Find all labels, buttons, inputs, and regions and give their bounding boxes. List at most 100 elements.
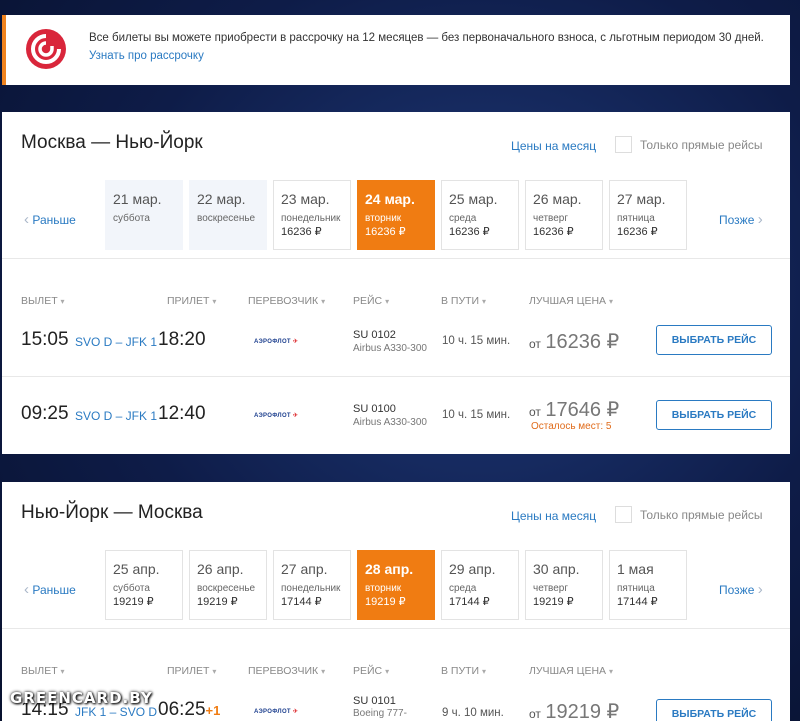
sort-caret-icon: ▾ — [608, 297, 613, 306]
weekday-label: среда — [449, 213, 477, 224]
select-flight-button[interactable]: ВЫБРАТЬ РЕЙС — [656, 325, 772, 355]
date-label: 25 мар. — [449, 191, 498, 207]
header-carrier[interactable]: ПЕРЕВОЗЧИК ▾ — [248, 295, 325, 307]
direct-only-checkbox[interactable] — [615, 506, 632, 523]
direct-only-checkbox[interactable] — [615, 136, 632, 153]
chevron-right-icon: › — [757, 211, 763, 228]
departure-time: 15:05 — [21, 329, 69, 350]
header-flight[interactable]: РЕЙС ▾ — [353, 295, 389, 307]
weekday-label: воскресенье — [197, 213, 256, 224]
later-label: Позже — [719, 213, 755, 227]
date-cell-selected[interactable]: 24 мар. вторник 16236 ₽ — [357, 180, 435, 250]
aeroflot-logo: АЭРОФЛОТ ✈ — [254, 339, 299, 345]
date-price: 16236 ₽ — [449, 226, 490, 238]
chevron-right-icon: › — [757, 581, 763, 598]
earlier-dates-button[interactable]: ‹ Раньше — [24, 581, 76, 598]
date-cell[interactable]: 1 мая пятница 17144 ₽ — [609, 550, 687, 620]
header-arrive[interactable]: ПРИЛЕТ ▾ — [167, 295, 216, 307]
date-price: 19219 ₽ — [533, 596, 574, 608]
flight-price: от 17646 ₽ — [529, 399, 620, 421]
weekday-label: суббота — [113, 583, 150, 594]
learn-installment-link[interactable]: Узнать про рассрочку — [89, 50, 204, 62]
weekday-label: суббота — [113, 213, 150, 224]
date-cell-selected[interactable]: 28 апр. вторник 19219 ₽ — [357, 550, 435, 620]
arrival-time: 06:25+1 — [158, 699, 221, 720]
date-cell[interactable]: 26 мар. четверг 16236 ₽ — [525, 180, 603, 250]
route-title: Москва — Нью-Йорк — [21, 132, 203, 153]
header-duration[interactable]: В ПУТИ ▾ — [441, 665, 486, 677]
date-label: 22 мар. — [197, 191, 246, 207]
date-cell[interactable]: 25 мар. среда 16236 ₽ — [441, 180, 519, 250]
date-cell[interactable]: 23 мар. понедельник 16236 ₽ — [273, 180, 351, 250]
earlier-dates-button[interactable]: ‹ Раньше — [24, 211, 76, 228]
installment-logo-icon — [26, 29, 66, 69]
header-depart[interactable]: ВЫЛЕТ ▾ — [21, 665, 65, 677]
aircraft: Boeing 777- — [353, 708, 407, 719]
airports: SVO D – JFK 1 — [75, 409, 158, 423]
date-label: 26 апр. — [197, 561, 244, 577]
weekday-label: четверг — [533, 583, 568, 594]
header-carrier[interactable]: ПЕРЕВОЗЧИК ▾ — [248, 665, 325, 677]
aircraft: Airbus A330-300 — [353, 343, 427, 354]
airports: SVO D – JFK 1 — [75, 335, 158, 349]
seats-left: Осталось мест: 5 — [531, 421, 612, 432]
date-price: 16236 ₽ — [365, 226, 406, 238]
date-cell[interactable]: 25 апр. суббота 19219 ₽ — [105, 550, 183, 620]
select-flight-button[interactable]: ВЫБРАТЬ РЕЙС — [656, 400, 772, 430]
chevron-left-icon: ‹ — [24, 211, 29, 228]
later-label: Позже — [719, 583, 755, 597]
header-arrive[interactable]: ПРИЛЕТ ▾ — [167, 665, 216, 677]
date-label: 24 мар. — [365, 191, 415, 207]
date-cell[interactable]: 21 мар. суббота — [105, 180, 183, 250]
weekday-label: четверг — [533, 213, 568, 224]
month-prices-link[interactable]: Цены на месяц — [511, 509, 596, 523]
date-cell[interactable]: 29 апр. среда 17144 ₽ — [441, 550, 519, 620]
weekday-label: вторник — [365, 213, 402, 224]
date-cell[interactable]: 30 апр. четверг 19219 ₽ — [525, 550, 603, 620]
header-best-price[interactable]: ЛУЧШАЯ ЦЕНА ▾ — [529, 665, 613, 677]
banner-text: Все билеты вы можете приобрести в рассро… — [89, 32, 764, 44]
date-cell[interactable]: 26 апр. воскресенье 19219 ₽ — [189, 550, 267, 620]
later-dates-button[interactable]: Позже › — [719, 211, 763, 228]
header-duration[interactable]: В ПУТИ ▾ — [441, 295, 486, 307]
flight-row: 09:25 SVO D – JFK 1 12:40 АЭРОФЛОТ ✈ SU … — [2, 391, 790, 466]
sort-caret-icon: ▾ — [60, 297, 65, 306]
aeroflot-logo: АЭРОФЛОТ ✈ — [254, 413, 299, 419]
date-price: 19219 ₽ — [113, 596, 154, 608]
date-price: 19219 ₽ — [197, 596, 238, 608]
installment-banner: Все билеты вы можете приобрести в рассро… — [2, 15, 790, 85]
weekday-label: среда — [449, 583, 477, 594]
date-label: 23 мар. — [281, 191, 330, 207]
earlier-label: Раньше — [32, 213, 76, 227]
later-dates-button[interactable]: Позже › — [719, 581, 763, 598]
weekday-label: пятница — [617, 213, 655, 224]
sort-caret-icon: ▾ — [608, 667, 613, 676]
flight-number: SU 0102 — [353, 329, 396, 341]
sort-caret-icon: ▾ — [321, 297, 326, 306]
date-label: 27 апр. — [281, 561, 328, 577]
sort-caret-icon: ▾ — [321, 667, 326, 676]
date-label: 27 мар. — [617, 191, 666, 207]
date-price: 16236 ₽ — [533, 226, 574, 238]
date-price: 19219 ₽ — [365, 596, 406, 608]
date-cell[interactable]: 27 апр. понедельник 17144 ₽ — [273, 550, 351, 620]
select-flight-button[interactable]: ВЫБРАТЬ РЕЙС — [656, 699, 772, 721]
flight-row: 15:05 SVO D – JFK 1 18:20 АЭРОФЛОТ ✈ SU … — [2, 315, 790, 390]
aircraft: Airbus A330-300 — [353, 417, 427, 428]
header-flight[interactable]: РЕЙС ▾ — [353, 665, 389, 677]
month-prices-link[interactable]: Цены на месяц — [511, 139, 596, 153]
outbound-card: Москва — Нью-Йорк Цены на месяц Только п… — [2, 112, 790, 454]
flight-number: SU 0101 — [353, 695, 396, 707]
header-best-price[interactable]: ЛУЧШАЯ ЦЕНА ▾ — [529, 295, 613, 307]
weekday-label: воскресенье — [197, 583, 256, 594]
date-label: 21 мар. — [113, 191, 162, 207]
date-price: 16236 ₽ — [281, 226, 322, 238]
header-depart[interactable]: ВЫЛЕТ ▾ — [21, 295, 65, 307]
date-cell[interactable]: 22 мар. воскресенье — [189, 180, 267, 250]
departure-time: 09:25 — [21, 403, 69, 424]
sort-caret-icon: ▾ — [482, 667, 487, 676]
flight-price: от 19219 ₽ — [529, 701, 620, 721]
date-cell[interactable]: 27 мар. пятница 16236 ₽ — [609, 180, 687, 250]
duration: 10 ч. 15 мин. — [442, 409, 511, 421]
duration: 10 ч. 15 мин. — [442, 335, 511, 347]
